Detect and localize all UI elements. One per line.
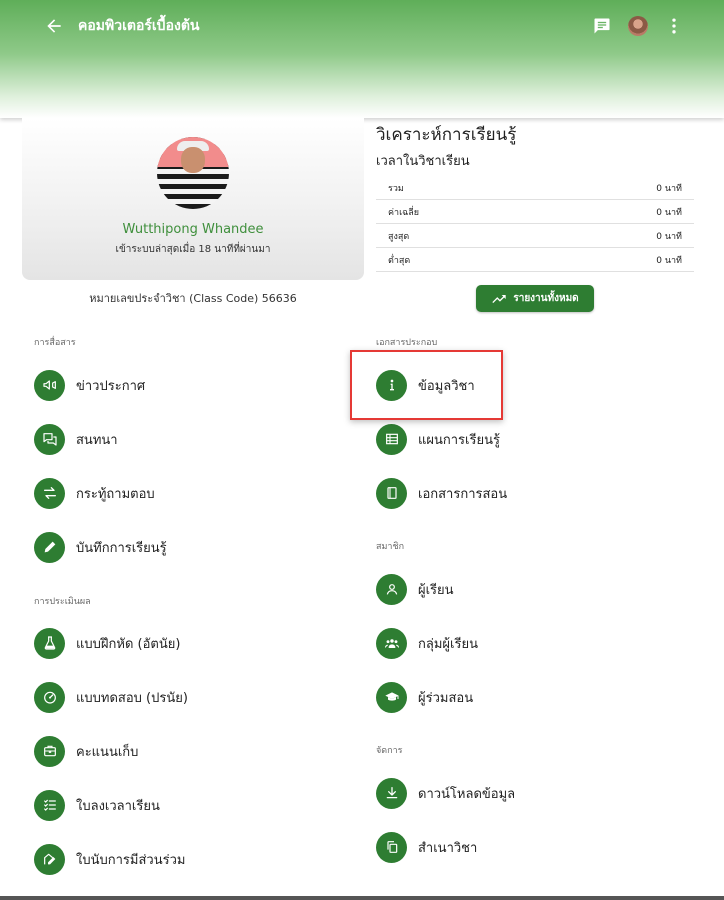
speedometer-icon xyxy=(34,681,65,713)
more-vert-icon[interactable] xyxy=(664,16,684,36)
menu-item-qa-board[interactable]: กระทู้ถามตอบ xyxy=(34,477,155,509)
briefcase-icon xyxy=(34,735,65,767)
forum-icon xyxy=(34,423,65,455)
menu-item-discussion[interactable]: สนทนา xyxy=(34,423,118,455)
menu-item-learning-plan[interactable]: แผนการเรียนรู้ xyxy=(376,423,500,455)
report-all-label: รายงานทั้งหมด xyxy=(513,293,579,304)
section-label-communication: การสื่อสาร xyxy=(34,338,76,348)
section-label-assessment: การประเมินผล xyxy=(34,597,91,607)
stat-value: 0 นาที xyxy=(656,183,682,194)
stat-value: 0 นาที xyxy=(656,231,682,242)
graduation-cap-icon xyxy=(376,681,407,713)
menu-item-exercises[interactable]: แบบฝึกหัด (อัตนัย) xyxy=(34,627,180,659)
stat-value: 0 นาที xyxy=(656,255,682,266)
stat-row-max: สูงสุด 0 นาที xyxy=(376,224,694,248)
profile-photo xyxy=(157,137,229,209)
menu-item-download-data[interactable]: ดาวน์โหลดข้อมูล xyxy=(376,777,515,809)
menu-item-announcements[interactable]: ข่าวประกาศ xyxy=(34,369,145,401)
trending-up-icon xyxy=(492,294,506,303)
copy-icon xyxy=(376,831,407,863)
stats-table: รวม 0 นาที ค่าเฉลี่ย 0 นาที สูงสุด 0 นาท… xyxy=(376,176,694,272)
stat-label: รวม xyxy=(388,183,404,194)
chat-icon[interactable] xyxy=(592,16,612,36)
download-icon xyxy=(376,777,407,809)
highlight-box xyxy=(350,350,503,420)
edit-note-icon xyxy=(34,843,65,875)
bottom-divider xyxy=(0,896,724,900)
analytics-title: วิเคราะห์การเรียนรู้ xyxy=(376,125,517,145)
last-login-status: เข้าระบบล่าสุดเมื่อ 18 นาทีที่ผ่านมา xyxy=(115,244,271,255)
book-icon xyxy=(376,477,407,509)
app-bar: คอมพิวเตอร์เบื้องต้น xyxy=(0,0,724,118)
menu-item-students[interactable]: ผู้เรียน xyxy=(376,573,454,605)
stat-label: ค่าเฉลี่ย xyxy=(388,207,420,218)
profile-card: Wutthipong Whandee เข้าระบบล่าสุดเมื่อ 1… xyxy=(22,118,364,280)
table-icon xyxy=(376,423,407,455)
profile-name: Wutthipong Whandee xyxy=(122,222,264,237)
menu-item-copy-course[interactable]: สำเนาวิชา xyxy=(376,831,477,863)
swap-icon xyxy=(34,477,65,509)
arrow-back-icon[interactable] xyxy=(44,16,64,36)
menu-item-learning-journal[interactable]: บันทึกการเรียนรู้ xyxy=(34,531,167,563)
page-title: คอมพิวเตอร์เบื้องต้น xyxy=(78,18,200,34)
menu-item-participation[interactable]: ใบนับการมีส่วนร่วม xyxy=(34,843,185,875)
class-code: หมายเลขประจำวิชา (Class Code) 56636 xyxy=(89,292,297,305)
checklist-icon xyxy=(34,789,65,821)
menu-item-co-teachers[interactable]: ผู้ร่วมสอน xyxy=(376,681,473,713)
section-label-members: สมาชิก xyxy=(376,542,405,552)
report-all-button[interactable]: รายงานทั้งหมด xyxy=(476,285,594,312)
user-avatar[interactable] xyxy=(628,16,648,36)
stat-value: 0 นาที xyxy=(656,207,682,218)
menu-item-scores[interactable]: คะแนนเก็บ xyxy=(34,735,138,767)
stat-row-min: ต่ำสุด 0 นาที xyxy=(376,248,694,272)
stat-label: ต่ำสุด xyxy=(388,255,411,266)
menu-item-attendance[interactable]: ใบลงเวลาเรียน xyxy=(34,789,160,821)
section-label-manage: จัดการ xyxy=(376,746,403,756)
stat-row-total: รวม 0 นาที xyxy=(376,176,694,200)
section-label-documents: เอกสารประกอบ xyxy=(376,338,438,348)
pencil-icon xyxy=(34,531,65,563)
group-icon xyxy=(376,627,407,659)
analytics-subtitle: เวลาในวิชาเรียน xyxy=(376,154,470,169)
menu-item-quiz[interactable]: แบบทดสอบ (ปรนัย) xyxy=(34,681,188,713)
flask-icon xyxy=(34,627,65,659)
menu-item-teaching-docs[interactable]: เอกสารการสอน xyxy=(376,477,507,509)
megaphone-icon xyxy=(34,369,65,401)
person-icon xyxy=(376,573,407,605)
stat-label: สูงสุด xyxy=(388,231,410,242)
stat-row-average: ค่าเฉลี่ย 0 นาที xyxy=(376,200,694,224)
menu-item-student-groups[interactable]: กลุ่มผู้เรียน xyxy=(376,627,478,659)
